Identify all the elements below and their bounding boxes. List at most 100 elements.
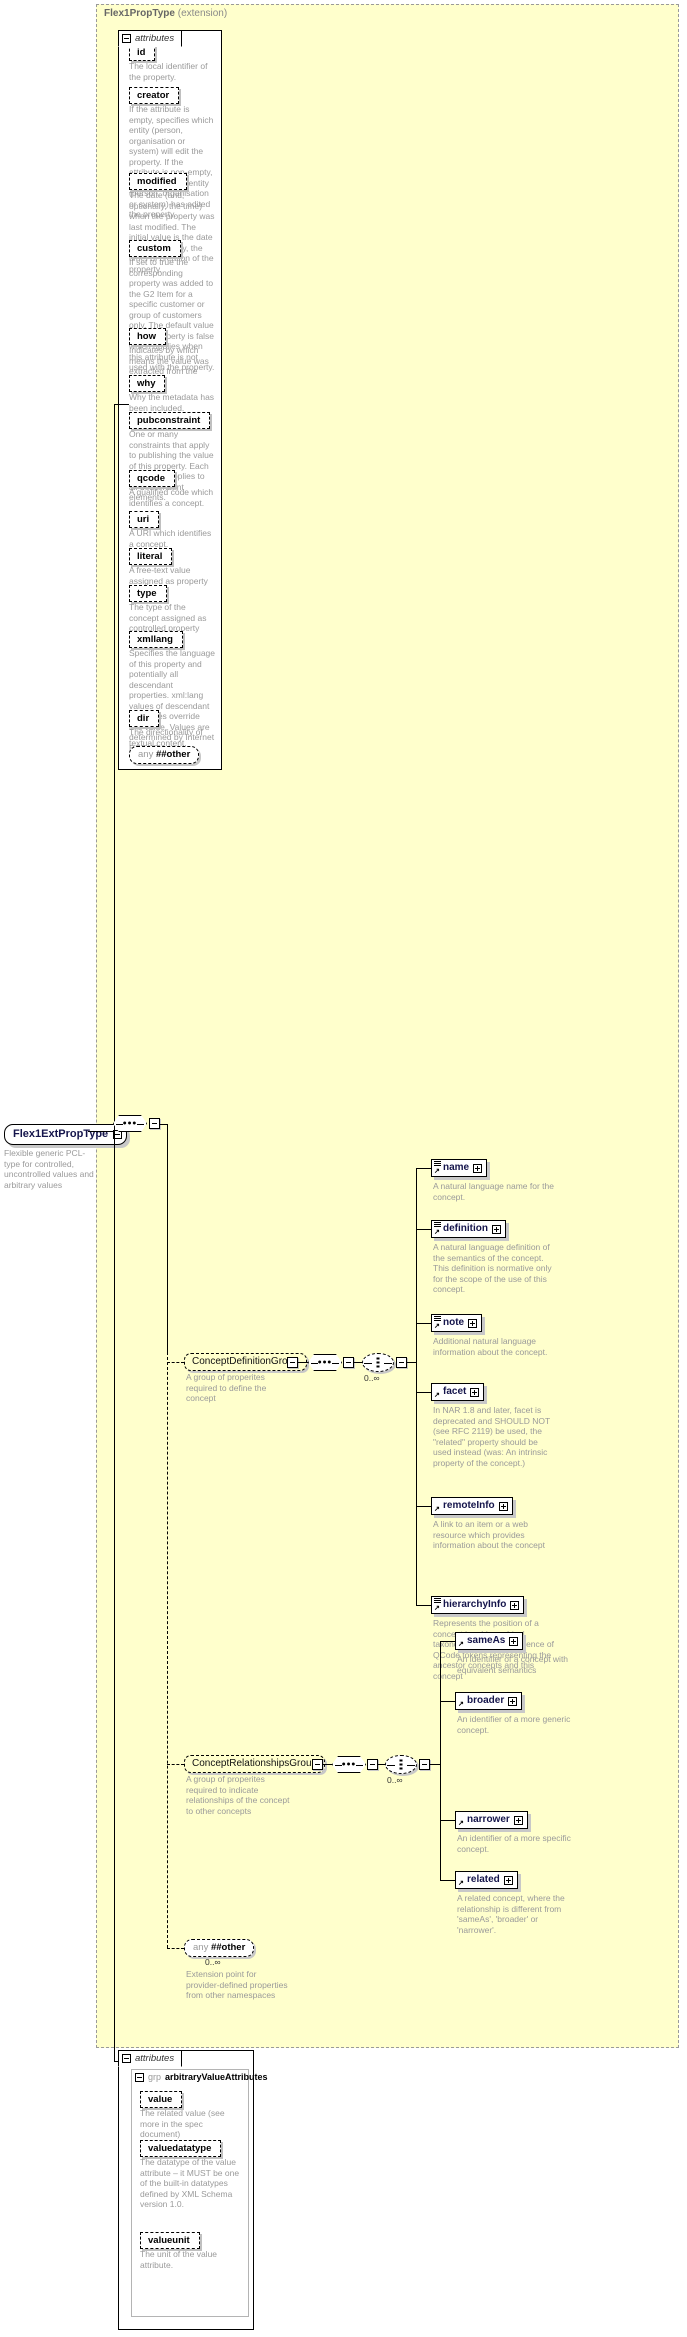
attribute-chip-valuedatatype[interactable]: valuedatatype [140,2140,222,2157]
connector-relseq-choice [378,1764,385,1765]
bottom-attributes-tab[interactable]: attributes [118,2050,183,2067]
branch-definition [416,1229,431,1230]
root-type-box[interactable]: Flex1ExtPropType [4,1124,128,1145]
element-note[interactable]: ↗ note [431,1314,483,1332]
expand-plus-icon[interactable] [513,1815,523,1825]
attribute-group-header[interactable]: grp arbitraryValueAttributes [135,2072,268,2082]
attribute-name: how [137,331,156,342]
arrow-icon: ↗ [458,1701,464,1708]
attribute-name: uri [137,514,150,525]
choice-bar-right [407,1764,415,1766]
choice-node-definition[interactable] [362,1353,394,1372]
expand-plus-icon[interactable] [510,1600,520,1610]
arrow-icon: ↗ [458,1641,464,1648]
element-sameas[interactable]: ↗ sameAs [455,1632,524,1650]
attribute-name: valuedatatype [148,2143,212,2154]
element-hierarchyinfo[interactable]: ↗ hierarchyInfo [431,1596,525,1614]
attribute-chip-valueunit[interactable]: valueunit [140,2232,200,2249]
attribute-doc-dir: The directionality of textual content. [129,727,203,748]
collapse-minus-icon[interactable] [122,34,131,43]
content-any-doc: Extension point for provider-defined pro… [186,1969,288,2000]
attribute-chip-custom[interactable]: custom [129,240,181,257]
expand-plus-icon[interactable] [509,1636,519,1646]
arrow-icon: ↗ [434,1506,440,1513]
sequence-definition-toggle[interactable] [343,1357,354,1368]
connector-root-spine-down [114,1131,115,2061]
element-label: related [467,1874,500,1885]
sequence-node-definition[interactable]: ••• [308,1354,342,1371]
expand-plus-icon[interactable] [473,1163,483,1173]
attribute-name: value [148,2094,173,2105]
branch-sameas [440,1641,455,1642]
element-label: narrower [467,1814,510,1825]
expand-plus-icon[interactable] [492,1224,501,1234]
element-doc-broader: An identifier of a more generic concept. [457,1714,571,1735]
connector-to-attributes [114,404,129,405]
root-type-doc: Flexible generic PCL-type for controlled… [4,1148,94,1190]
element-remoteinfo[interactable]: ↗ remoteInfo [431,1497,513,1515]
attribute-name: custom [137,243,171,254]
element-narrower[interactable]: ↗ narrower [455,1811,528,1829]
connector-defseq-choice [354,1362,362,1363]
element-label: note [443,1317,465,1328]
sequence-bar-right [332,1362,339,1364]
collapse-minus-icon[interactable] [135,2072,144,2082]
content-any-other-chip[interactable]: any ##other [184,1939,255,1957]
choice-dots-icon [376,1357,380,1368]
expand-plus-icon[interactable] [470,1387,480,1397]
attribute-chip-modified[interactable]: modified [129,173,187,190]
group-definition-toggle[interactable] [287,1357,298,1368]
extension-type-name: Flex1PropType [104,8,175,19]
attribute-chip-literal[interactable]: literal [129,548,173,565]
collapse-minus-icon[interactable] [122,2054,131,2063]
attribute-chip-type[interactable]: type [129,585,167,602]
element-label: sameAs [467,1635,506,1646]
expand-plus-icon[interactable] [508,1696,518,1706]
connector-to-relationships-group [167,1764,184,1765]
attribute-chip-qcode[interactable]: qcode [129,470,175,487]
sequence-node-relationships[interactable]: ••• [332,1756,366,1773]
attribute-chip-pubconstraint[interactable]: pubconstraint [129,412,211,429]
expand-plus-icon[interactable] [498,1501,508,1511]
element-name[interactable]: ↗ name [431,1159,488,1177]
element-broader[interactable]: ↗ broader [455,1692,523,1710]
sequence-main-toggle[interactable] [149,1118,160,1129]
connector-root-right [88,1131,114,1132]
element-label: broader [467,1695,505,1706]
branch-facet [416,1392,431,1393]
attribute-doc-valueunit: The unit of the value attribute. [140,2249,218,2270]
attribute-chip-how[interactable]: how [129,328,166,345]
attributes-any-other-chip[interactable]: any ##other [129,746,200,764]
sequence-node-main[interactable]: ••• [113,1115,147,1132]
attributes-tab[interactable]: attributes [118,30,183,47]
element-label: hierarchyInfo [443,1599,507,1610]
attribute-chip-uri[interactable]: uri [129,511,160,528]
connector-relgroup-seq [323,1764,332,1765]
attribute-chip-why[interactable]: why [129,375,166,392]
attribute-chip-value[interactable]: value [140,2091,183,2108]
element-doc-note: Additional natural language information … [433,1336,548,1357]
attribute-chip-dir[interactable]: dir [129,710,160,727]
branch-note [416,1323,431,1324]
sequence-lines-icon [434,1316,441,1321]
attribute-doc-qcode: A qualified code which identifies a conc… [129,487,214,508]
element-label: facet [443,1386,467,1397]
attribute-chip-xmllang[interactable]: xmllang [129,631,183,648]
branch-name [416,1168,431,1169]
any-namespace: ##other [210,1942,246,1953]
sequence-relationships-toggle[interactable] [367,1759,378,1770]
connector-root-spine [114,404,115,1132]
element-facet[interactable]: ↗ facet [431,1383,485,1401]
choice-definition-toggle[interactable] [396,1357,407,1368]
element-definition[interactable]: ↗ definition [431,1220,506,1238]
expand-plus-icon[interactable] [468,1318,478,1328]
choice-relationships-toggle[interactable] [419,1759,430,1770]
element-doc-narrower: An identifier of a more specific concept… [457,1833,571,1854]
group-relationships-toggle[interactable] [312,1759,323,1770]
occurrence-relationships-group: 0..∞ [387,1775,403,1785]
expand-plus-icon[interactable] [503,1875,513,1885]
choice-node-relationships[interactable] [385,1755,417,1774]
group-chip-concept-relationships[interactable]: ConceptRelationshipsGroup [184,1755,326,1773]
attribute-chip-creator[interactable]: creator [129,87,180,104]
element-related[interactable]: ↗ related [455,1871,518,1889]
